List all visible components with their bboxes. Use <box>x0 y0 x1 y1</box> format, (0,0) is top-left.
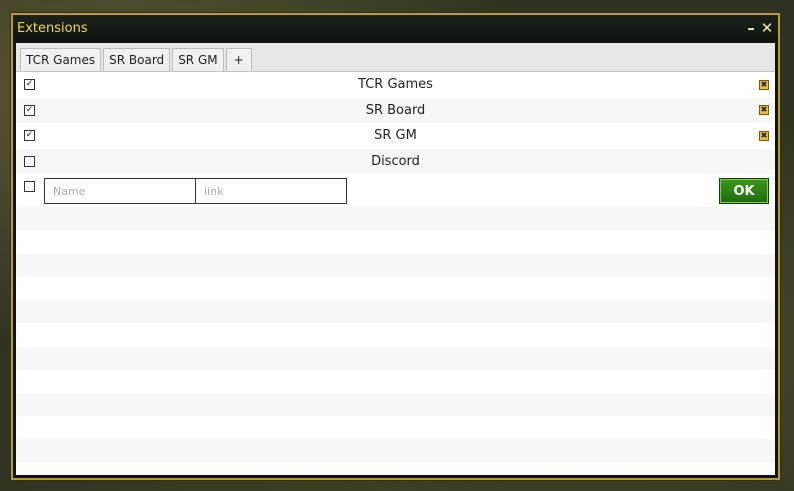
empty-row-stripe <box>16 392 775 417</box>
tab-bar: TCR Games SR Board SR GM + <box>16 43 775 72</box>
window-title: Extensions <box>17 20 88 36</box>
delete-icon[interactable]: ✖ <box>759 79 769 90</box>
empty-row-stripe <box>16 462 775 475</box>
extension-row: ✓ SR Board ✖ <box>16 97 775 124</box>
empty-row-stripe <box>16 300 775 324</box>
empty-row-stripe <box>16 369 775 393</box>
new-extension-checkbox[interactable] <box>24 181 35 193</box>
new-extension-row: OK <box>16 174 775 208</box>
empty-row-stripe <box>16 439 775 463</box>
extension-name: SR Board <box>365 102 426 118</box>
delete-icon[interactable]: ✖ <box>759 130 769 141</box>
window-controls: – ✕ <box>744 21 774 36</box>
tab-sr-board[interactable]: SR Board <box>103 48 171 71</box>
extension-name-input[interactable] <box>44 178 196 205</box>
empty-row-stripe <box>16 207 775 231</box>
empty-list-area <box>16 207 775 475</box>
tab-tcr-games[interactable]: TCR Games <box>20 48 102 71</box>
extension-name: Discord <box>371 154 420 170</box>
title-bar[interactable]: Extensions – ✕ <box>13 15 778 41</box>
extension-name: SR GM <box>374 128 417 144</box>
window-content: TCR Games SR Board SR GM + ✓ TCR Games ✖… <box>16 43 775 475</box>
add-tab-button[interactable]: + <box>225 48 252 71</box>
empty-row-stripe <box>16 323 775 347</box>
extension-row: ✓ SR GM ✖ <box>16 123 775 149</box>
extension-link-input[interactable] <box>195 178 347 205</box>
empty-row-stripe <box>16 253 775 277</box>
extension-row: ✓ TCR Games ✖ <box>16 72 775 98</box>
minimize-icon[interactable]: – <box>744 21 758 36</box>
close-icon[interactable]: ✕ <box>760 21 774 36</box>
delete-icon[interactable]: ✖ <box>759 105 769 116</box>
empty-row-stripe <box>16 230 775 254</box>
extension-row: Discord <box>16 148 775 175</box>
empty-row-stripe <box>16 416 775 440</box>
ok-button[interactable]: OK <box>719 178 769 205</box>
empty-row-stripe <box>16 276 775 301</box>
tab-sr-gm[interactable]: SR GM <box>172 48 224 71</box>
extension-list: ✓ TCR Games ✖ ✓ SR Board ✖ ✓ SR GM ✖ Dis… <box>16 72 775 208</box>
empty-row-stripe <box>16 346 775 370</box>
extensions-window: Extensions – ✕ TCR Games SR Board SR GM … <box>11 13 780 480</box>
extension-name: TCR Games <box>358 77 433 93</box>
